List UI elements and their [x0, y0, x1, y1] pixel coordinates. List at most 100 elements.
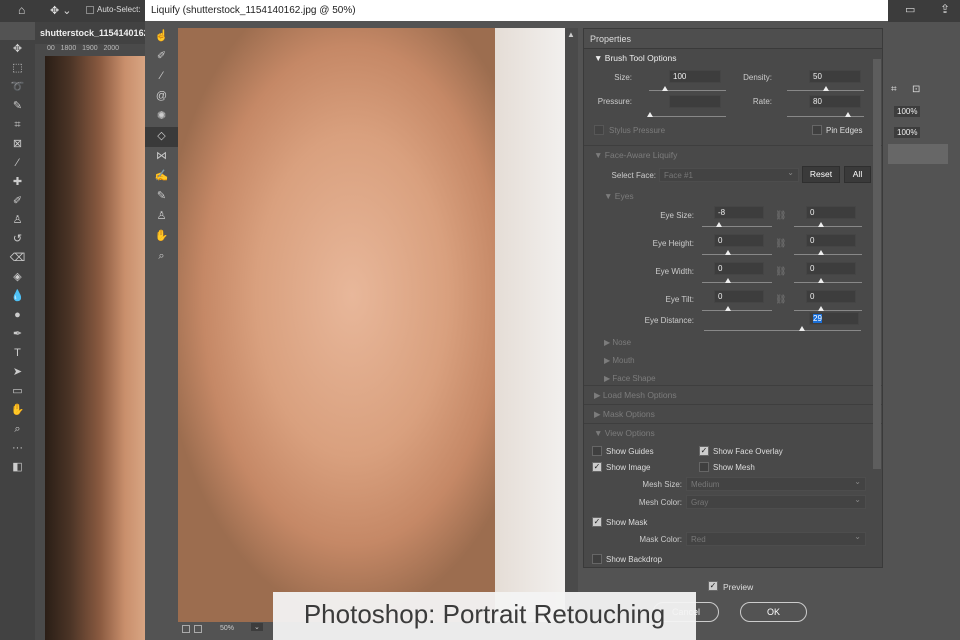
- rate-field[interactable]: 80: [809, 95, 861, 108]
- lock-icon[interactable]: ⊡: [912, 84, 920, 95]
- marquee-tool-icon[interactable]: ⬚: [0, 59, 35, 78]
- home-icon[interactable]: ⌂: [18, 3, 25, 17]
- mask-options-toggle[interactable]: ▶ Mask Options: [584, 405, 882, 424]
- bucket-icon[interactable]: ◈: [0, 268, 35, 287]
- all-button[interactable]: All: [844, 166, 871, 183]
- face-shape-toggle[interactable]: ▶ Face Shape: [604, 374, 656, 383]
- eye-left-slider[interactable]: [702, 250, 772, 255]
- eye-right-slider[interactable]: [794, 278, 862, 283]
- link-icon[interactable]: ⛓: [775, 294, 786, 305]
- push-left-icon[interactable]: ⋈: [145, 147, 178, 167]
- thaw-mask-icon[interactable]: ✎: [145, 187, 178, 207]
- stylus-pressure-checkbox[interactable]: [594, 125, 604, 135]
- opacity-field[interactable]: 100%: [894, 106, 921, 117]
- eye-right-field[interactable]: 0: [806, 262, 856, 275]
- mesh-size-dropdown[interactable]: Medium: [686, 477, 866, 491]
- transform-icon[interactable]: ⌗: [891, 84, 897, 95]
- move-tool-icon[interactable]: ✥: [0, 40, 35, 59]
- stamp-tool-icon[interactable]: ♙: [0, 211, 35, 230]
- zoom-tool-icon[interactable]: ⌕: [0, 420, 35, 439]
- density-slider[interactable]: [787, 86, 864, 91]
- face-tool-icon[interactable]: ♙: [145, 207, 178, 227]
- brush-tool-options-toggle[interactable]: ▼ Brush Tool Options: [584, 49, 882, 68]
- face-aware-toggle[interactable]: ▼ Face-Aware Liquify: [584, 146, 882, 165]
- liquify-preview-canvas[interactable]: [178, 28, 565, 622]
- workspace-icon[interactable]: ▭: [905, 3, 915, 16]
- preview-checkbox[interactable]: ✓: [708, 581, 718, 591]
- document-tab[interactable]: shutterstock_1154140162.j: [35, 22, 145, 44]
- canvas-scrollbar[interactable]: ▲: [565, 28, 578, 622]
- eye-left-field[interactable]: 0: [714, 262, 764, 275]
- crop-tool-icon[interactable]: ⌗: [0, 116, 35, 135]
- hand-tool-icon[interactable]: ✋: [0, 401, 35, 420]
- eye-distance-field[interactable]: 29: [809, 312, 859, 325]
- density-field[interactable]: 50: [809, 70, 861, 83]
- eye-left-slider[interactable]: [702, 306, 772, 311]
- lasso-tool-icon[interactable]: ➰: [0, 78, 35, 97]
- pin-edges-checkbox[interactable]: [812, 125, 822, 135]
- color-swatches-icon[interactable]: ◧: [0, 458, 35, 477]
- reset-button[interactable]: Reset: [802, 166, 840, 183]
- rate-slider[interactable]: [787, 112, 864, 117]
- link-icon[interactable]: ⛓: [775, 210, 786, 221]
- eye-right-field[interactable]: 0: [806, 234, 856, 247]
- more-tools-icon[interactable]: ···: [0, 439, 35, 458]
- forward-warp-icon[interactable]: ☝: [145, 27, 178, 47]
- layer-row[interactable]: [888, 144, 948, 164]
- eyes-toggle[interactable]: ▼ Eyes: [604, 191, 634, 201]
- show-image-checkbox[interactable]: ✓: [592, 462, 602, 472]
- link-icon[interactable]: ⛓: [775, 266, 786, 277]
- zoom-tool-icon[interactable]: ⌕: [145, 247, 178, 267]
- frame-tool-icon[interactable]: ⊠: [0, 135, 35, 154]
- load-mesh-options-toggle[interactable]: ▶ Load Mesh Options: [584, 386, 882, 405]
- pressure-field[interactable]: [669, 95, 721, 108]
- dodge-icon[interactable]: ●: [0, 306, 35, 325]
- eye-right-field[interactable]: 0: [806, 290, 856, 303]
- eye-distance-slider[interactable]: [704, 326, 861, 331]
- select-face-dropdown[interactable]: Face #1: [659, 168, 799, 182]
- zoom-out-button[interactable]: [182, 625, 190, 633]
- eye-right-field[interactable]: 0: [806, 206, 856, 219]
- bloat-icon[interactable]: ◇: [145, 127, 178, 147]
- type-tool-icon[interactable]: T: [0, 344, 35, 363]
- eye-right-slider[interactable]: [794, 250, 862, 255]
- pressure-slider[interactable]: [647, 112, 726, 117]
- size-field[interactable]: 100: [669, 70, 721, 83]
- eraser-icon[interactable]: ⌫: [0, 249, 35, 268]
- show-guides-checkbox[interactable]: [592, 446, 602, 456]
- freeze-mask-icon[interactable]: ✍: [145, 167, 178, 187]
- path-select-icon[interactable]: ➤: [0, 363, 35, 382]
- eye-left-field[interactable]: 0: [714, 290, 764, 303]
- nose-toggle[interactable]: ▶ Nose: [604, 338, 631, 347]
- zoom-level[interactable]: 50%: [220, 625, 234, 632]
- zoom-dropdown-icon[interactable]: ⌄: [251, 623, 263, 631]
- fill-field[interactable]: 100%: [894, 127, 921, 138]
- show-mesh-checkbox[interactable]: [699, 462, 709, 472]
- blur-icon[interactable]: 💧: [0, 287, 35, 306]
- mask-color-dropdown[interactable]: Red: [686, 532, 866, 546]
- eye-right-slider[interactable]: [794, 222, 862, 227]
- hand-tool-icon[interactable]: ✋: [145, 227, 178, 247]
- move-tool-icon[interactable]: ✥ ⌄: [50, 4, 72, 17]
- pucker-icon[interactable]: ✺: [145, 107, 178, 127]
- quick-select-icon[interactable]: ✎: [0, 97, 35, 116]
- brush-tool-icon[interactable]: ✐: [0, 192, 35, 211]
- mesh-color-dropdown[interactable]: Gray: [686, 495, 866, 509]
- properties-scrollbar[interactable]: [873, 59, 881, 469]
- link-icon[interactable]: ⛓: [775, 238, 786, 249]
- reconstruct-icon[interactable]: ✐: [145, 47, 178, 67]
- rectangle-tool-icon[interactable]: ▭: [0, 382, 35, 401]
- show-face-overlay-checkbox[interactable]: ✓: [699, 446, 709, 456]
- pen-tool-icon[interactable]: ✒: [0, 325, 35, 344]
- size-slider[interactable]: [649, 86, 726, 91]
- eye-left-field[interactable]: 0: [714, 234, 764, 247]
- eye-left-slider[interactable]: [702, 278, 772, 283]
- eyedropper-icon[interactable]: ⁄: [0, 154, 35, 173]
- mouth-toggle[interactable]: ▶ Mouth: [604, 356, 635, 365]
- share-icon[interactable]: ⇪: [940, 2, 950, 16]
- ok-button[interactable]: OK: [740, 602, 807, 622]
- eye-left-slider[interactable]: [702, 222, 772, 227]
- view-options-toggle[interactable]: ▼ View Options: [584, 424, 882, 443]
- twirl-icon[interactable]: @: [145, 87, 178, 107]
- eye-right-slider[interactable]: [794, 306, 862, 311]
